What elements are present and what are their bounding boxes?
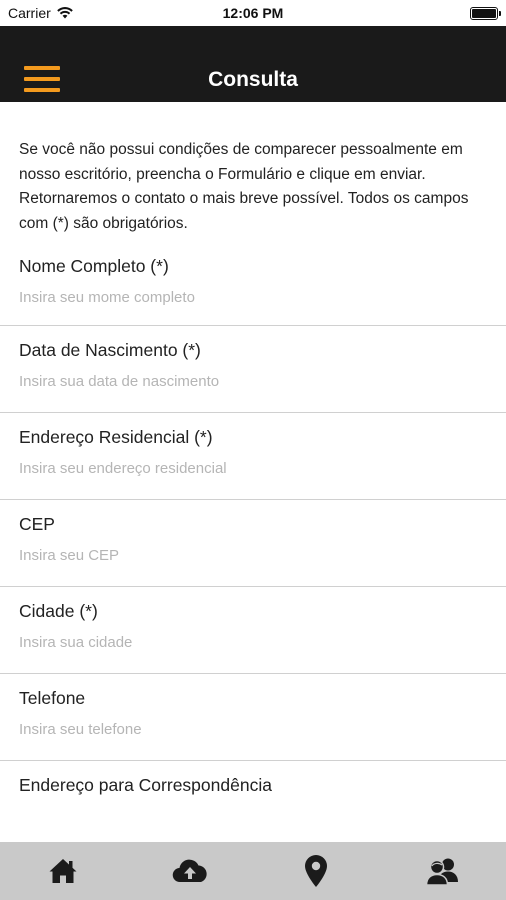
page-title: Consulta	[208, 68, 298, 91]
status-left: Carrier	[8, 5, 73, 21]
cep-input[interactable]	[19, 547, 489, 564]
field-nome-completo[interactable]: Nome Completo (*)	[0, 236, 506, 326]
intro-paragraph-2: Retornaremos o contato o mais breve poss…	[19, 190, 469, 232]
field-label: Endereço para Correspondência	[19, 775, 272, 795]
tab-contacts[interactable]	[413, 842, 473, 900]
field-label: Endereço Residencial (*)	[19, 427, 213, 447]
cloud-upload-icon	[171, 856, 209, 886]
intro-paragraph-1: Se você não possui condições de comparec…	[19, 141, 463, 183]
tab-location[interactable]	[286, 842, 346, 900]
field-endereco-correspondencia[interactable]: Endereço para Correspondência	[0, 761, 506, 842]
field-data-nascimento[interactable]: Data de Nascimento (*)	[0, 326, 506, 413]
tab-home[interactable]	[33, 842, 93, 900]
users-icon	[425, 856, 461, 886]
field-label: Nome Completo (*)	[19, 256, 169, 276]
field-telefone[interactable]: Telefone	[0, 674, 506, 761]
endereco-residencial-input[interactable]	[19, 460, 489, 477]
status-time: 12:06 PM	[222, 5, 284, 21]
cidade-input[interactable]	[19, 634, 489, 651]
endereco-correspondencia-input[interactable]	[19, 808, 489, 825]
battery-icon	[470, 6, 501, 20]
field-endereco-residencial[interactable]: Endereço Residencial (*)	[0, 413, 506, 500]
wifi-icon	[56, 7, 73, 19]
tab-bar	[0, 842, 506, 900]
home-icon	[48, 856, 78, 886]
field-label: Data de Nascimento (*)	[19, 340, 201, 360]
field-cep[interactable]: CEP	[0, 500, 506, 587]
data-nascimento-input[interactable]	[19, 373, 489, 390]
carrier-label: Carrier	[8, 5, 51, 21]
field-label: Telefone	[19, 688, 86, 708]
form-content[interactable]: Se você não possui condições de comparec…	[0, 102, 506, 842]
nav-bar: Consulta	[0, 26, 506, 102]
telefone-input[interactable]	[19, 721, 489, 738]
map-pin-icon	[303, 854, 329, 888]
status-bar: Carrier 12:06 PM	[0, 0, 506, 26]
field-label: Cidade (*)	[19, 601, 98, 621]
intro-text: Se você não possui condições de comparec…	[0, 102, 506, 236]
field-cidade[interactable]: Cidade (*)	[0, 587, 506, 674]
tab-upload[interactable]	[160, 842, 220, 900]
nome-completo-input[interactable]	[19, 289, 489, 306]
field-label: CEP	[19, 514, 55, 534]
